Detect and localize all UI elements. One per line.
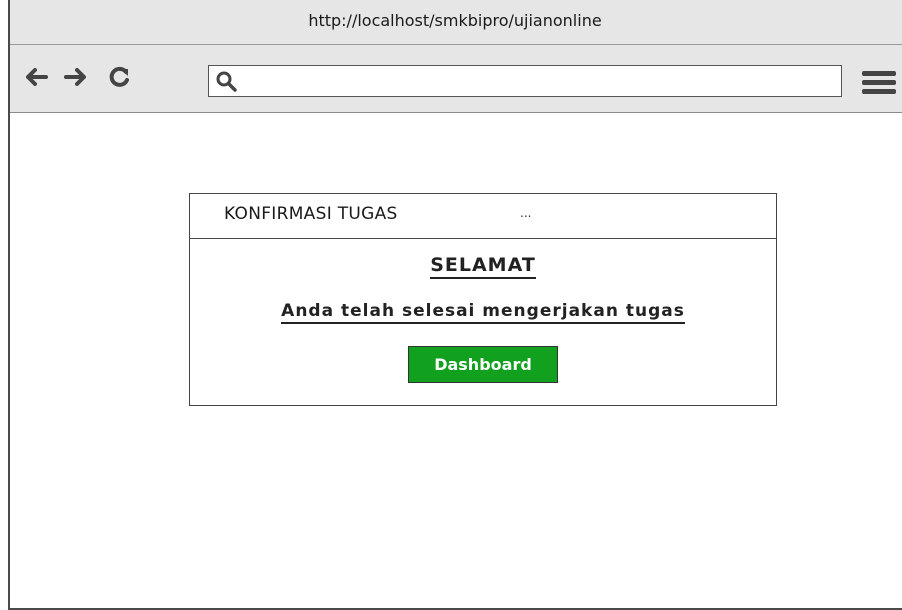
back-button[interactable] — [22, 63, 50, 91]
search-icon — [216, 71, 237, 92]
reload-icon — [109, 66, 129, 87]
reload-button[interactable] — [106, 63, 134, 91]
browser-window: http://localhost/smkbipro/ujianonline KO… — [8, 0, 902, 610]
dialog-title-ellipsis: ... — [520, 206, 532, 220]
window-title-url: http://localhost/smkbipro/ujianonline — [308, 10, 602, 30]
address-bar[interactable] — [208, 65, 842, 97]
dashboard-button[interactable]: Dashboard — [408, 346, 558, 383]
arrow-left-icon — [26, 68, 48, 86]
dialog-header: KONFIRMASI TUGAS ... — [190, 194, 776, 239]
arrow-right-icon — [64, 68, 86, 86]
dialog-heading: SELAMAT — [190, 254, 776, 279]
confirmation-dialog: KONFIRMASI TUGAS ... SELAMAT Anda telah … — [189, 193, 777, 406]
forward-button[interactable] — [62, 63, 90, 91]
dialog-message: Anda telah selesai mengerjakan tugas — [190, 301, 776, 324]
address-input[interactable] — [243, 68, 837, 96]
hamburger-menu-icon[interactable] — [862, 71, 896, 97]
dialog-title: KONFIRMASI TUGAS — [224, 204, 398, 224]
browser-toolbar — [10, 45, 902, 113]
heading-text: SELAMAT — [430, 254, 536, 279]
message-text: Anda telah selesai mengerjakan tugas — [281, 301, 685, 324]
browser-titlebar: http://localhost/smkbipro/ujianonline — [10, 0, 902, 45]
